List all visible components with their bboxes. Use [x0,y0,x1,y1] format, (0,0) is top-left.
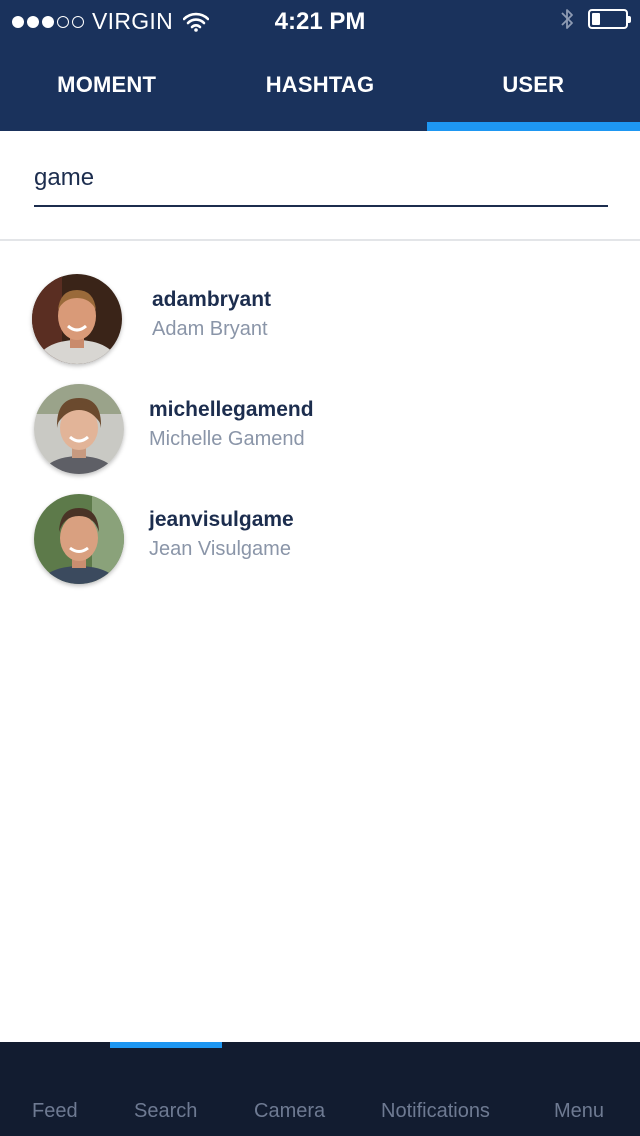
search-type-tabs: MOMENT HASHTAG USER [0,56,640,131]
avatar[interactable] [34,494,124,584]
tab-moment[interactable]: MOMENT [0,56,213,131]
nav-search[interactable]: Search [134,1100,197,1123]
app-header: VIRGIN 4:21 PM MOMENT HASHTAG USER [0,0,640,131]
avatar[interactable] [32,274,122,364]
active-nav-indicator [110,1042,222,1048]
user-result-michellegamend[interactable]: michellegamend Michelle Gamend [0,378,640,488]
tab-user[interactable]: USER [426,56,640,131]
username: michellegamend [149,398,314,421]
battery-icon [588,9,631,29]
nav-menu[interactable]: Menu [554,1100,604,1123]
username: jeanvisulgame [149,508,294,531]
username: adambryant [152,288,272,311]
full-name: Adam Bryant [152,318,268,340]
bluetooth-icon [561,9,573,29]
nav-camera[interactable]: Camera [254,1100,325,1123]
status-bar: VIRGIN 4:21 PM [0,0,640,42]
user-results-list: adambryant Adam Bryant michellegamend Mi… [0,268,640,598]
search-input[interactable] [34,155,608,207]
bottom-navigation: Feed Search Camera Notifications Menu [0,1042,640,1136]
user-result-adambryant[interactable]: adambryant Adam Bryant [0,268,640,378]
avatar[interactable] [34,384,124,474]
nav-notifications[interactable]: Notifications [381,1100,490,1123]
status-time: 4:21 PM [274,8,366,35]
tab-hashtag[interactable]: HASHTAG [213,56,426,131]
full-name: Jean Visulgame [149,538,291,560]
full-name: Michelle Gamend [149,428,305,450]
user-result-jeanvisulgame[interactable]: jeanvisulgame Jean Visulgame [0,488,640,598]
nav-feed[interactable]: Feed [32,1100,78,1123]
search-area [0,131,640,241]
